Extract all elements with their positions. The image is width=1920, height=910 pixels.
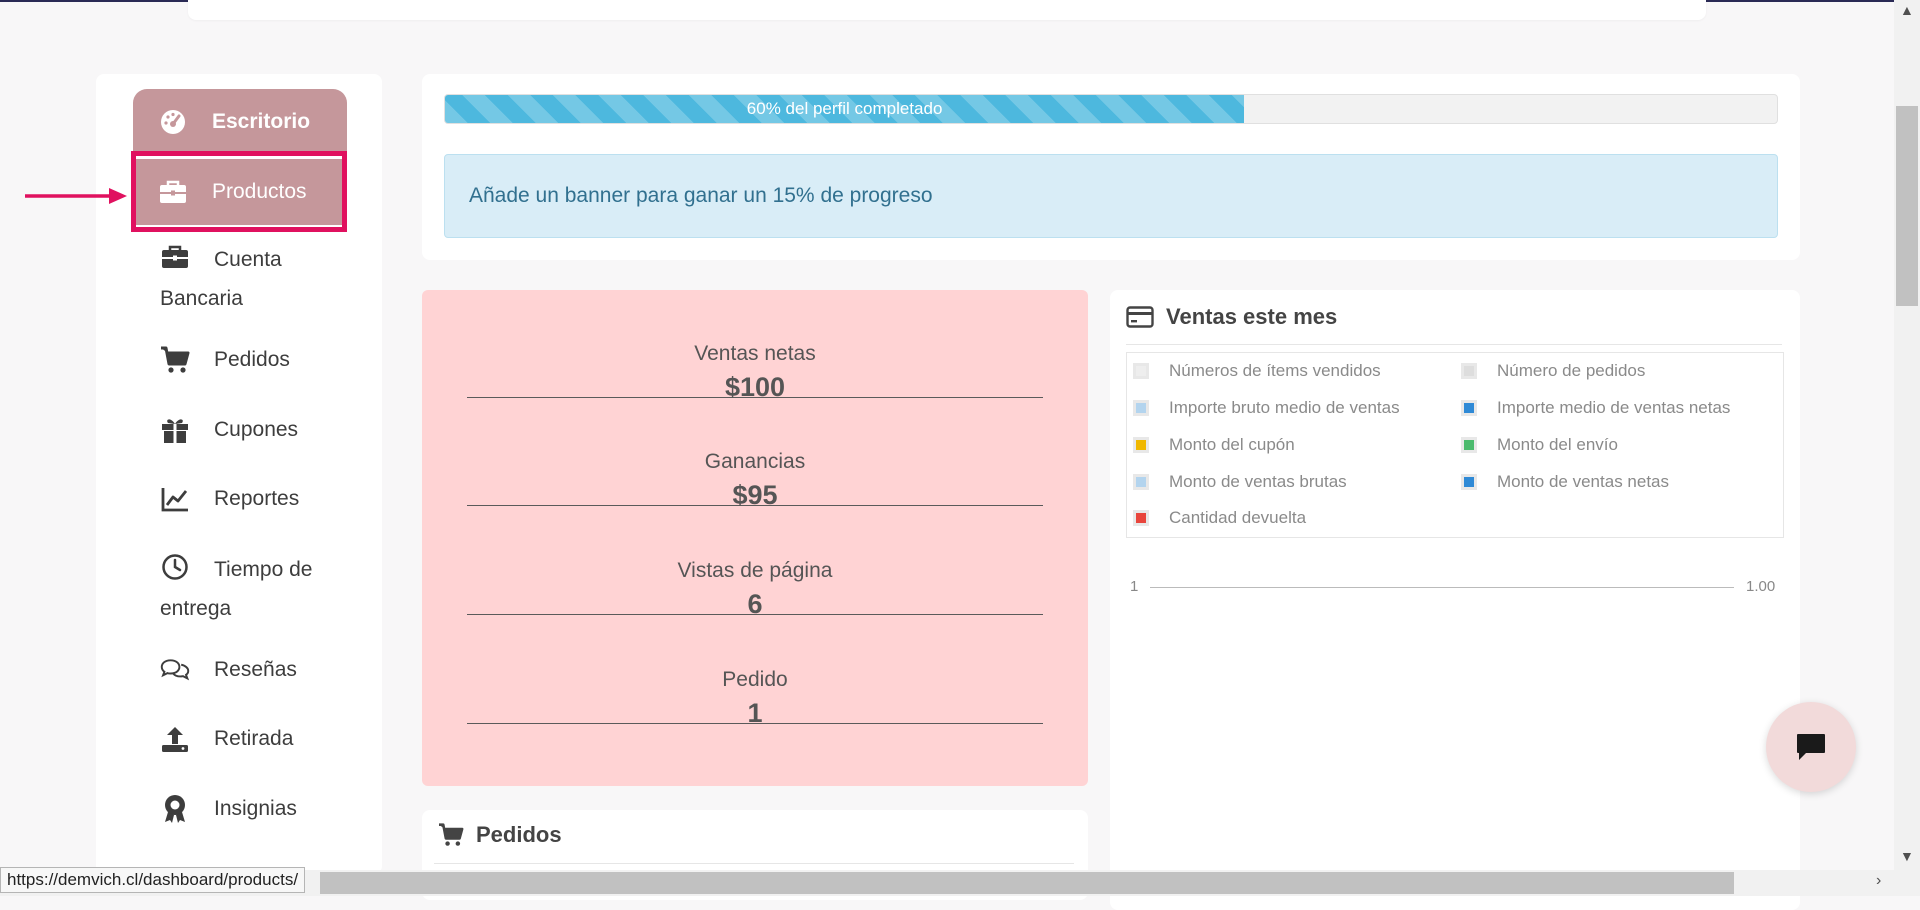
stat-label: Pedido (722, 668, 788, 691)
progress-hint: Añade un banner para ganar un 15% de pro… (444, 154, 1778, 238)
gift-icon (160, 415, 190, 445)
legend-label: Cantidad devuelta (1169, 508, 1307, 527)
legend-swatch (1461, 363, 1477, 379)
stat-pedido[interactable]: Pedido 1 (467, 616, 1043, 728)
productos-highlight-box (131, 151, 347, 232)
legend-label: Monto del envío (1497, 435, 1618, 454)
sidebar-item-label: Pedidos (214, 348, 290, 371)
legend-label: Importe medio de ventas netas (1497, 398, 1731, 417)
scroll-right-icon[interactable]: › (1876, 872, 1881, 890)
legend-item-items-vendidos[interactable]: Números de ítems vendidos (1133, 353, 1381, 389)
cart-icon (160, 345, 190, 375)
sidebar-item-label: Escritorio (212, 110, 311, 133)
legend-label: Números de ítems vendidos (1169, 361, 1381, 380)
sales-title: Ventas este mes (1166, 304, 1338, 329)
sidebar-item-retirada[interactable]: Retirada (160, 724, 372, 754)
status-bar-url: https://demvich.cl/dashboard/products/ (0, 867, 306, 893)
progress-hint-text: Añade un banner para ganar un 15% de pro… (469, 184, 933, 207)
stat-label: Ventas netas (694, 342, 816, 365)
sidebar-item-insignias[interactable]: Insignias (160, 794, 372, 824)
chat-button[interactable] (1766, 702, 1856, 792)
legend-label: Importe bruto medio de ventas (1169, 398, 1400, 417)
scroll-up-icon[interactable]: ▲ (1900, 2, 1914, 18)
divider (434, 863, 1074, 864)
legend-item-numero-pedidos[interactable]: Número de pedidos (1461, 353, 1645, 389)
stat-label: Vistas de página (677, 559, 833, 582)
sidebar-item-reportes[interactable]: Reportes (160, 484, 372, 514)
comments-icon (160, 655, 190, 685)
profile-progress-card: 60% del perfil completado Añade un banne… (422, 74, 1800, 260)
stat-value: 1 (747, 698, 763, 728)
sidebar-item-pedidos[interactable]: Pedidos (160, 345, 372, 375)
sidebar-item-label: Cuenta (214, 248, 282, 271)
status-url-text: https://demvich.cl/dashboard/products/ (7, 870, 299, 889)
summary-stats-card: Ventas netas $100 Ganancias $95 Vistas d… (422, 290, 1088, 786)
briefcase-icon (160, 242, 190, 272)
legend-swatch (1133, 474, 1149, 490)
progress-label: 60% del perfil completado (746, 99, 943, 118)
legend-item-importe-bruto-medio[interactable]: Importe bruto medio de ventas (1133, 390, 1400, 426)
legend-item-importe-medio-netas[interactable]: Importe medio de ventas netas (1461, 390, 1730, 426)
sidebar-item-label: Reportes (214, 487, 300, 510)
legend-swatch (1133, 363, 1149, 379)
header-card (188, 0, 1706, 20)
legend-label: Monto del cupón (1169, 435, 1295, 454)
legend-swatch (1461, 437, 1477, 453)
line-chart-icon (160, 484, 190, 514)
legend-label: Monto de ventas brutas (1169, 472, 1347, 491)
scroll-down-icon[interactable]: ▼ (1900, 848, 1914, 864)
profile-progress-fill: 60% del perfil completado (445, 95, 1245, 123)
sidebar-item-cupones[interactable]: Cupones (160, 415, 372, 445)
legend-item-cantidad-devuelta[interactable]: Cantidad devuelta (1133, 500, 1306, 536)
sidebar-item-label: Tiempo de (214, 558, 313, 581)
chart-axis-left-label: 1 (1130, 578, 1139, 595)
legend-item-monto-cupon[interactable]: Monto del cupón (1133, 427, 1295, 463)
legend-item-ventas-netas[interactable]: Monto de ventas netas (1461, 464, 1669, 500)
divider (1126, 344, 1782, 345)
legend-label: Número de pedidos (1497, 361, 1646, 380)
sidebar-item-label: Cupones (214, 418, 299, 441)
legend-swatch (1133, 437, 1149, 453)
horizontal-scroll-thumb[interactable] (320, 872, 1734, 894)
sidebar-item-label: Retirada (214, 727, 294, 750)
sidebar-item-tiempo-entrega[interactable]: Tiempo de entrega (160, 550, 372, 628)
sidebar-item-resenas[interactable]: Reseñas (160, 655, 372, 685)
legend-swatch (1133, 400, 1149, 416)
credit-card-icon (1126, 306, 1154, 328)
arrow-right-icon (25, 188, 127, 204)
stat-ventas-netas[interactable]: Ventas netas $100 (467, 290, 1043, 402)
profile-progress-bar: 60% del perfil completado (444, 94, 1778, 124)
sidebar-item-label: Insignias (214, 797, 297, 820)
stat-ganancias[interactable]: Ganancias $95 (467, 398, 1043, 510)
sidebar-item-label-line2: entrega (160, 597, 232, 620)
sales-header: Ventas este mes (1126, 304, 1337, 330)
sidebar-item-escritorio[interactable]: Escritorio (133, 89, 347, 155)
cart-icon (438, 823, 464, 847)
legend-item-monto-envio[interactable]: Monto del envío (1461, 427, 1618, 463)
clock-icon (160, 552, 190, 582)
legend-item-ventas-brutas[interactable]: Monto de ventas brutas (1133, 464, 1347, 500)
legend-label: Monto de ventas netas (1497, 472, 1670, 491)
stat-label: Ganancias (704, 450, 806, 473)
sales-this-month-card: Ventas este mes Números de ítems vendido… (1110, 290, 1800, 910)
award-icon (160, 794, 190, 824)
chart-axis-line (1150, 587, 1734, 588)
chart-legend: Números de ítems vendidos Número de pedi… (1126, 352, 1784, 538)
sidebar-item-label-line2: Bancaria (160, 287, 243, 310)
vertical-scroll-thumb[interactable] (1896, 106, 1918, 306)
dashboard-gauge-icon (158, 107, 188, 137)
orders-header: Pedidos (438, 822, 562, 848)
chat-bubble-icon (1797, 734, 1825, 760)
stat-vistas-pagina[interactable]: Vistas de página 6 (467, 507, 1043, 619)
upload-icon (160, 724, 190, 754)
legend-swatch (1133, 510, 1149, 526)
legend-swatch (1461, 400, 1477, 416)
sidebar-item-label: Reseñas (214, 658, 297, 681)
legend-swatch (1461, 474, 1477, 490)
orders-title: Pedidos (476, 822, 562, 847)
sidebar-item-cuenta-bancaria[interactable]: Cuenta Bancaria (160, 240, 372, 318)
chart-axis-right-label: 1.00 (1746, 578, 1776, 595)
